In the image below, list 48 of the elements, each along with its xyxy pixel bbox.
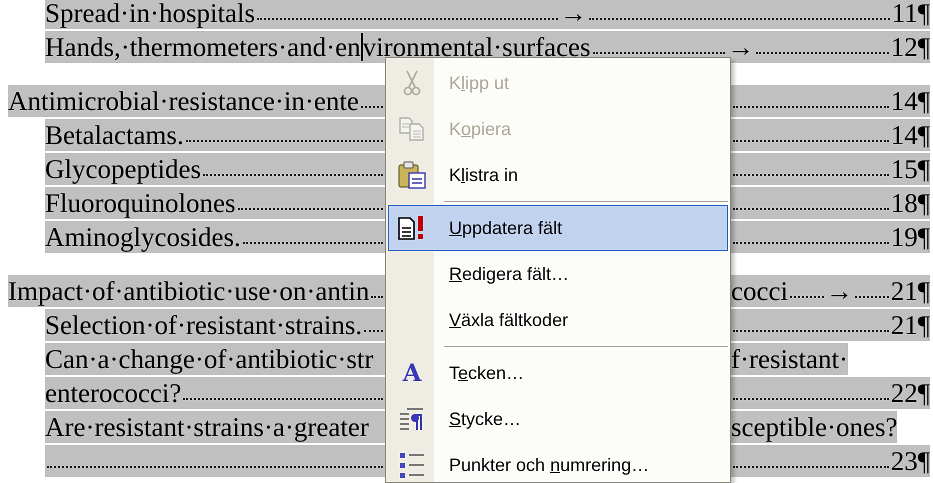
toc-entry: Glycopeptides [45, 153, 201, 185]
tab-mark: → [727, 31, 754, 63]
page-number: 14¶ [890, 119, 930, 151]
menu-item[interactable]: Växla fältkoder [388, 297, 728, 343]
paragraph-icon [399, 407, 425, 431]
menu-item[interactable]: Uppdatera fält [388, 205, 728, 251]
toc-entry: enterococci? [45, 377, 182, 409]
page-number: 21¶ [890, 309, 930, 341]
tab-mark: → [826, 275, 853, 307]
toc-entry: cocci [731, 275, 788, 307]
menu-item[interactable]: Redigera fält… [388, 251, 728, 297]
menu-item[interactable]: Punkter och numrering… [388, 442, 728, 483]
page-number: 15¶ [890, 153, 930, 185]
leader-dots [790, 296, 824, 298]
page-number: 19¶ [890, 221, 930, 253]
menu-item[interactable]: Klistra in [388, 152, 728, 198]
leader-dots [854, 296, 889, 298]
toc-entry: Aminoglycosides. [45, 221, 241, 253]
font-icon: A [402, 361, 422, 385]
bulleted-list-icon [399, 451, 425, 479]
toc-entry: Betalactams. [45, 119, 184, 151]
toc-entry: Fluoroquinolones [45, 187, 236, 219]
tab-mark: → [560, 0, 587, 29]
toc-entry: sceptible·ones? [731, 411, 898, 443]
toc-entry: Impact·of·antibiotic·use·on·antin [8, 275, 370, 307]
page-number: 22¶ [890, 377, 930, 409]
toc-entry: Spread·in·hospitals [45, 0, 255, 29]
page-number: 14¶ [890, 85, 930, 117]
toc-entry: Antimicrobial·resistance·in·ente [8, 85, 359, 117]
toc-entry: Are·resistant·strains·a·greater [45, 411, 369, 443]
leader-dots [371, 296, 383, 298]
toc-entry: Selection·of·resistant·strains. [45, 309, 362, 341]
menu-item[interactable]: Stycke… [388, 396, 728, 442]
copy-icon [399, 117, 425, 141]
toc-entry: f·resistant· [731, 343, 848, 375]
toc-entry: Can·a·change·of·antibiotic·str [45, 343, 374, 375]
leader-dots [364, 330, 383, 332]
clipboard-icon [398, 161, 426, 189]
page-number: 18¶ [890, 187, 930, 219]
page-number: 11¶ [892, 0, 930, 29]
toc-entry: vironmental·surfaces [362, 31, 591, 63]
leader-dots [360, 106, 383, 108]
page-number: 12¶ [890, 31, 930, 63]
page-number: 23¶ [890, 445, 930, 477]
menu-item[interactable]: A Tecken… [388, 350, 728, 396]
toc-entry: Hands,·thermometers·and·en [45, 31, 361, 63]
scissors-icon [403, 70, 421, 96]
page-number: 21¶ [890, 275, 930, 307]
